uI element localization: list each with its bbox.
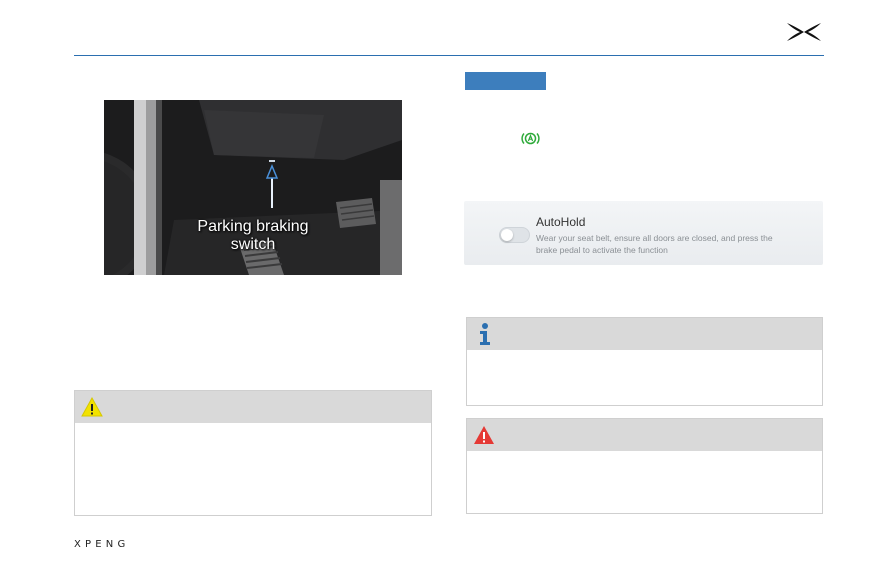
warning-notice-box bbox=[74, 390, 432, 516]
autohold-description: Wear your seat belt, ensure all doors ar… bbox=[536, 233, 773, 255]
danger-notice-header bbox=[467, 419, 822, 451]
photo-caption: Parking braking switch bbox=[104, 218, 402, 254]
danger-notice-box bbox=[466, 418, 823, 514]
section-tag bbox=[465, 72, 546, 90]
info-notice-box bbox=[466, 317, 823, 406]
pedal-area-photo: Parking braking switch bbox=[104, 100, 402, 275]
autohold-title: AutoHold bbox=[536, 215, 586, 229]
toggle-knob bbox=[501, 229, 513, 241]
autohold-settings-panel: AutoHold Wear your seat belt, ensure all… bbox=[464, 201, 823, 265]
info-notice-header bbox=[467, 318, 822, 350]
autohold-toggle[interactable] bbox=[499, 227, 530, 243]
footer-brand-wordmark: XPENG bbox=[74, 539, 130, 550]
xpeng-logo-icon bbox=[787, 23, 821, 41]
caption-line-2: switch bbox=[230, 236, 276, 253]
warning-notice-header bbox=[75, 391, 431, 423]
info-i-icon bbox=[480, 323, 490, 345]
warning-triangle-icon bbox=[81, 397, 103, 417]
autohold-indicator-icon bbox=[521, 132, 540, 145]
danger-triangle-icon bbox=[474, 426, 494, 444]
header-divider bbox=[74, 55, 824, 56]
caption-line-1: Parking braking bbox=[197, 218, 309, 235]
